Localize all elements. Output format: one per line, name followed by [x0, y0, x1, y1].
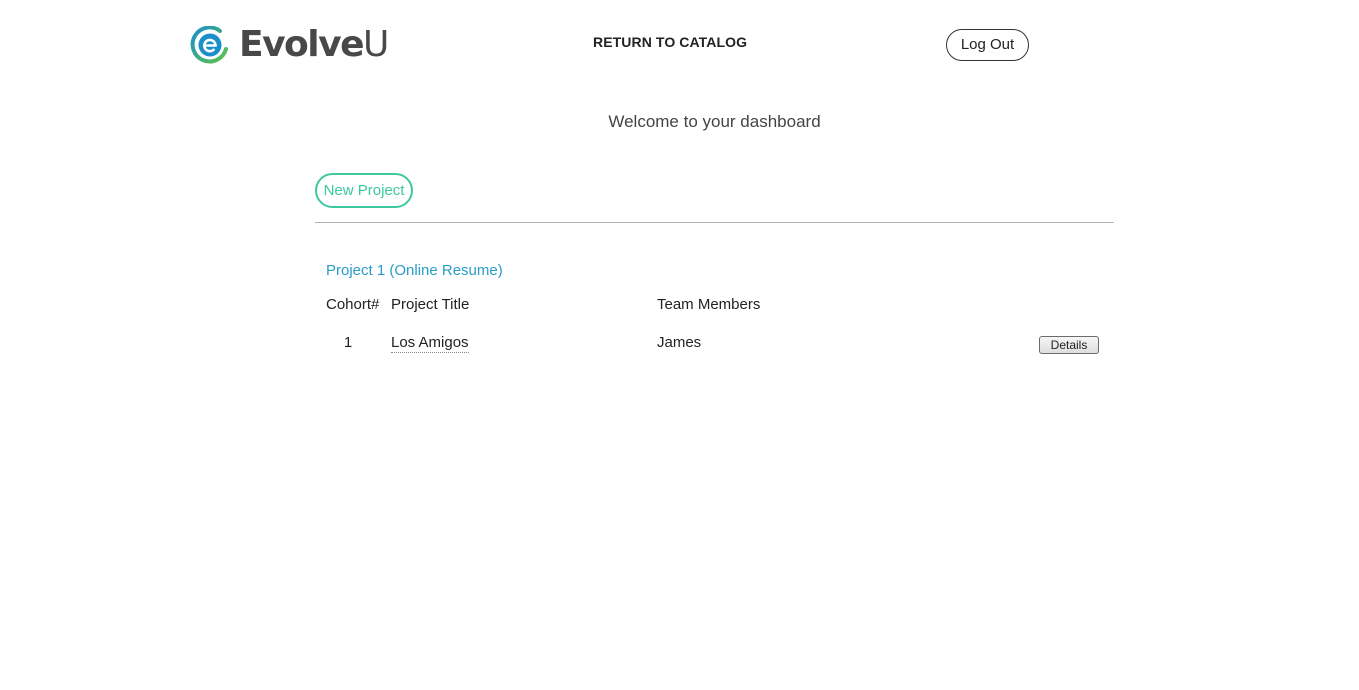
return-to-catalog-link[interactable]: RETURN TO CATALOG: [593, 34, 747, 50]
project-section-title: Project 1 (Online Resume): [326, 262, 503, 279]
divider: [315, 222, 1114, 223]
new-project-button[interactable]: New Project: [315, 173, 413, 208]
column-header-cohort: Cohort#: [326, 296, 380, 313]
column-header-project-title: Project Title: [391, 296, 470, 313]
logout-button[interactable]: Log Out: [946, 29, 1029, 61]
row-cohort: 1: [343, 334, 353, 351]
dashboard-page: EvolveU RETURN TO CATALOG Log Out Welcom…: [0, 0, 1359, 690]
logo-wordmark-light: U: [363, 24, 389, 65]
evolveu-logo[interactable]: EvolveU: [189, 24, 389, 65]
column-header-team-members: Team Members: [657, 296, 761, 313]
row-project-title-link[interactable]: Los Amigos: [391, 334, 469, 353]
logo-wordmark: EvolveU: [239, 24, 389, 65]
details-button[interactable]: Details: [1039, 336, 1099, 354]
row-team-members: James: [657, 334, 702, 351]
logo-wordmark-bold: Evolve: [239, 24, 365, 65]
evolveu-e-icon: [190, 26, 228, 64]
welcome-heading: Welcome to your dashboard: [608, 112, 821, 131]
